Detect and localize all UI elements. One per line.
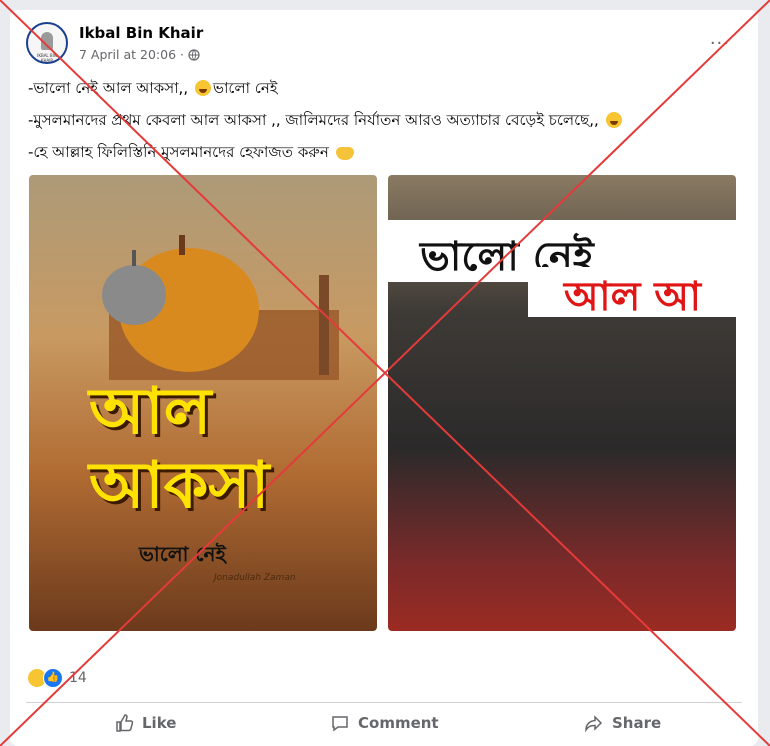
- share-icon: [585, 715, 603, 733]
- avatar-caption: IKBAL BIN KHAIR: [37, 53, 57, 63]
- post-text-line-3: -হে আল্লাহ ফিলিস্তিনি মুসলমানদের হেফাজত …: [28, 141, 356, 166]
- avatar[interactable]: IKBAL BIN KHAIR: [26, 22, 68, 64]
- post-image-left[interactable]: আল আকসা ভালো নেই Jonadullah Zaman: [29, 175, 377, 631]
- post-text: -হে আল্লাহ ফিলিস্তিনি মুসলমানদের হেফাজত …: [28, 143, 329, 161]
- reaction-summary[interactable]: 👍 14: [27, 668, 87, 688]
- poster-subtitle: ভালো নেই: [139, 542, 226, 566]
- like-button[interactable]: Like: [114, 713, 176, 733]
- poster-title: আল আকসা: [89, 375, 270, 523]
- like-icon: [116, 714, 134, 732]
- share-button[interactable]: Share: [584, 713, 661, 733]
- timestamp[interactable]: 7 April at 20:06 ·: [79, 47, 184, 62]
- banner-red-text: আল আ: [564, 274, 702, 320]
- comment-button[interactable]: Comment: [330, 713, 439, 733]
- poster-signature: Jonadullah Zaman: [214, 573, 296, 583]
- author-name[interactable]: Ikbal Bin Khair: [79, 24, 203, 42]
- globe-icon: [188, 48, 200, 61]
- more-icon[interactable]: ...: [710, 30, 730, 48]
- crying-emoji-icon: [194, 80, 211, 96]
- like-label: Like: [142, 714, 177, 732]
- avatar-figure: [41, 32, 53, 50]
- post-text-line-2: -মুসলমানদের প্রথম কেবলা আল আকসা ,, জালিম…: [28, 109, 624, 134]
- reaction-count: 14: [69, 670, 87, 686]
- post-text: -মুসলমানদের প্রথম কেবলা আল আকসা ,, জালিম…: [28, 111, 599, 129]
- post-image-right[interactable]: ভালো নেই আল আ: [388, 175, 736, 631]
- open-hands-emoji-icon: [335, 147, 354, 160]
- comment-label: Comment: [358, 714, 439, 732]
- share-label: Share: [612, 714, 662, 732]
- post-meta: 7 April at 20:06 ·: [79, 47, 200, 62]
- post-text: ভালো নেই: [212, 79, 278, 97]
- crying-emoji-icon: [605, 112, 622, 128]
- comment-icon: [332, 716, 348, 732]
- post-text-line-1: -ভালো নেই আল আকসা,, ভালো নেই: [28, 77, 278, 102]
- post-card: IKBAL BIN KHAIR Ikbal Bin Khair 7 April …: [10, 10, 758, 746]
- like-reaction-icon: 👍: [43, 668, 63, 688]
- divider: [26, 702, 742, 703]
- post-text: -ভালো নেই আল আকসা,,: [28, 79, 189, 97]
